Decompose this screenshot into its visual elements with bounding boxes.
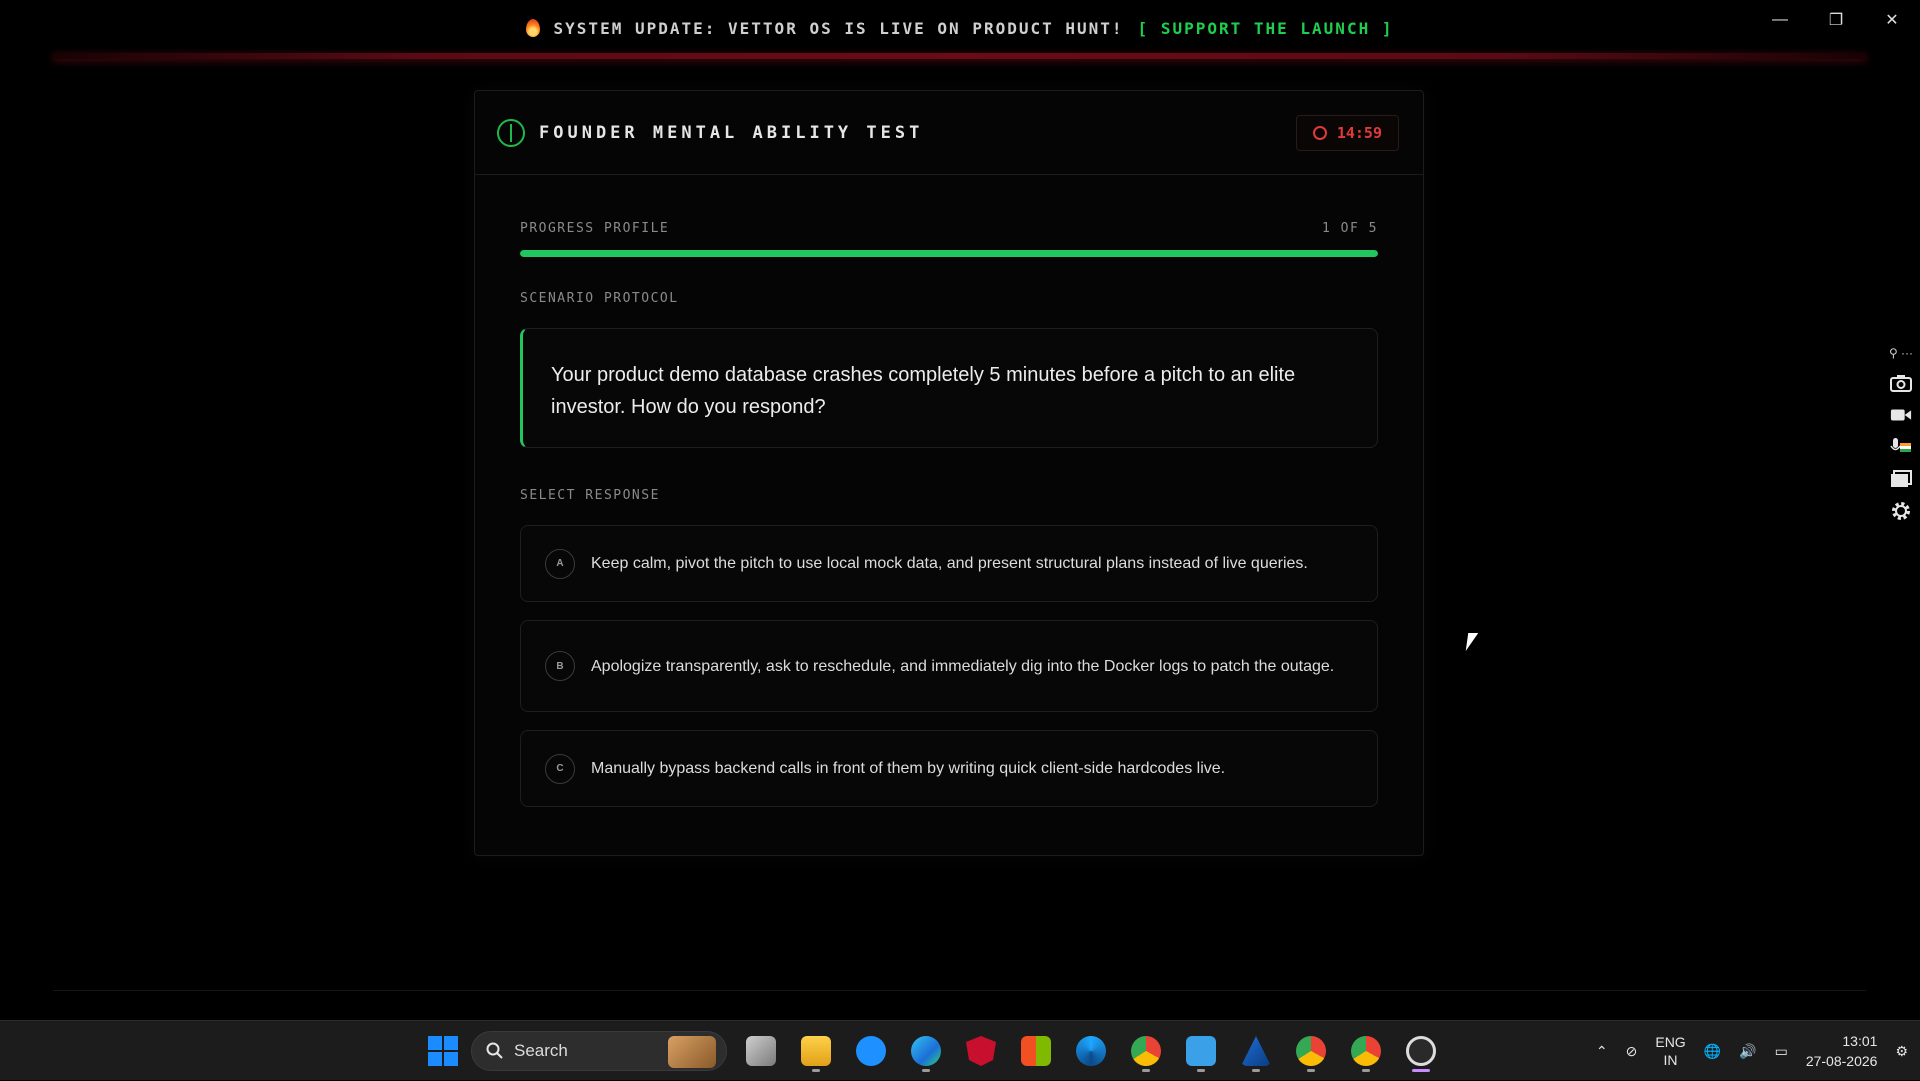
taskbar: Search ⌃ ⊘ ENG IN 🌐 🔊 ▭ 13:01 27-08-2026… [0, 1020, 1920, 1080]
option-c[interactable]: C Manually bypass backend calls in front… [520, 730, 1378, 807]
scenario-text: Your product demo database crashes compl… [551, 364, 1296, 418]
progress-header: PROGRESS PROFILE 1 OF 5 [520, 221, 1378, 236]
clock-time: 13:01 [1842, 1033, 1878, 1049]
globe-icon[interactable]: 🌐 [1704, 1043, 1721, 1060]
settings-gear-icon[interactable] [1890, 502, 1912, 520]
clock-date: 27-08-2026 [1805, 1053, 1878, 1069]
chevron-up-icon[interactable]: ⌃ [1596, 1043, 1608, 1060]
window-capture-icon[interactable] [1890, 470, 1912, 488]
capture-toolbar: ⚲ ··· [1882, 346, 1920, 520]
chrome-profile-2-icon[interactable] [1345, 1030, 1387, 1072]
windows-start-icon[interactable] [428, 1036, 458, 1066]
banner-text: SYSTEM UPDATE: VETTOR OS IS LIVE ON PROD… [553, 18, 1124, 38]
system-tray: ⌃ ⊘ ENG IN 🌐 🔊 ▭ 13:01 27-08-2026 ⚙ [1596, 1021, 1908, 1081]
more-icon[interactable]: ⚲ ··· [1889, 346, 1913, 360]
mcafee-icon[interactable] [960, 1030, 1002, 1072]
microphone-icon[interactable] [1890, 438, 1912, 456]
video-icon[interactable] [1890, 406, 1912, 424]
option-a[interactable]: A Keep calm, pivot the pitch to use loca… [520, 525, 1378, 602]
clock-icon [1312, 125, 1327, 140]
option-b[interactable]: B Apologize transparently, ask to resche… [520, 620, 1378, 712]
clock[interactable]: 13:01 27-08-2026 [1806, 1031, 1878, 1071]
test-card: FOUNDER MENTAL ABILITY TEST 14:59 PROGRE… [474, 90, 1424, 856]
card-body: PROGRESS PROFILE 1 OF 5 SCENARIO PROTOCO… [475, 221, 1423, 807]
banner-divider [53, 53, 1866, 59]
taskbar-search[interactable]: Search [471, 1031, 727, 1071]
progress-label: PROGRESS PROFILE [520, 221, 670, 236]
search-highlight-icon [668, 1036, 716, 1068]
scenario-label: SCENARIO PROTOCOL [520, 291, 679, 306]
card-header: FOUNDER MENTAL ABILITY TEST 14:59 [475, 91, 1423, 175]
restore-button[interactable]: ❐ [1808, 0, 1864, 40]
edge-browser-icon[interactable] [905, 1030, 947, 1072]
flame-icon [525, 19, 540, 37]
progress-count: 1 OF 5 [1322, 221, 1378, 236]
option-letter: B [545, 651, 575, 681]
camera-icon[interactable] [1890, 374, 1912, 392]
language-indicator[interactable]: ENG IN [1655, 1033, 1685, 1069]
option-text: Keep calm, pivot the pitch to use local … [591, 555, 1308, 572]
arduino-ide-icon[interactable] [1235, 1030, 1277, 1072]
brain-icon [497, 118, 525, 147]
media-player-icon[interactable] [1400, 1030, 1442, 1072]
search-placeholder: Search [514, 1041, 568, 1060]
network-off-icon[interactable]: ⊘ [1626, 1043, 1638, 1060]
notepad-icon[interactable] [1180, 1030, 1222, 1072]
scenario-box: Your product demo database crashes compl… [520, 328, 1378, 448]
volume-icon[interactable]: 🔊 [1739, 1043, 1756, 1060]
region-code: IN [1663, 1052, 1678, 1068]
close-button[interactable]: ✕ [1864, 0, 1920, 40]
select-response-label: SELECT RESPONSE [520, 488, 660, 503]
option-text: Apologize transparently, ask to reschedu… [591, 657, 1335, 675]
support-launch-link[interactable]: [ SUPPORT THE LAUNCH ] [1138, 19, 1394, 38]
option-letter: A [545, 548, 575, 579]
countdown-timer: 14:59 [1295, 114, 1399, 151]
chrome-icon[interactable] [1125, 1030, 1167, 1072]
brand: FOUNDER MENTAL ABILITY TEST [497, 118, 924, 147]
announcement-banner: SYSTEM UPDATE: VETTOR OS IS LIVE ON PROD… [53, 0, 1866, 56]
file-explorer-icon[interactable] [795, 1030, 837, 1072]
battery-icon[interactable]: ▭ [1775, 1043, 1788, 1060]
notifications-icon[interactable]: ⚙ [1895, 1043, 1908, 1060]
chrome-profile-icon[interactable] [1290, 1030, 1332, 1072]
microsoft-store-icon[interactable] [1015, 1030, 1057, 1072]
timer-value: 14:59 [1336, 123, 1382, 142]
help-icon[interactable] [850, 1030, 892, 1072]
app-swirl-icon[interactable] [1070, 1030, 1112, 1072]
progress-fill [520, 250, 1378, 257]
footer-divider [53, 990, 1866, 991]
window-controls: — ❐ ✕ [1752, 0, 1920, 40]
option-letter: C [545, 753, 575, 784]
mouse-cursor-icon [1465, 633, 1479, 651]
minimize-button[interactable]: — [1752, 0, 1808, 40]
progress-bar [520, 250, 1378, 257]
search-icon [486, 1042, 503, 1059]
response-options: A Keep calm, pivot the pitch to use loca… [520, 525, 1378, 807]
option-text: Manually bypass backend calls in front o… [591, 760, 1226, 777]
lang-code: ENG [1655, 1034, 1686, 1050]
test-title: FOUNDER MENTAL ABILITY TEST [539, 122, 924, 143]
taskbar-apps: Search [428, 1021, 1442, 1081]
task-view-icon[interactable] [740, 1030, 782, 1072]
